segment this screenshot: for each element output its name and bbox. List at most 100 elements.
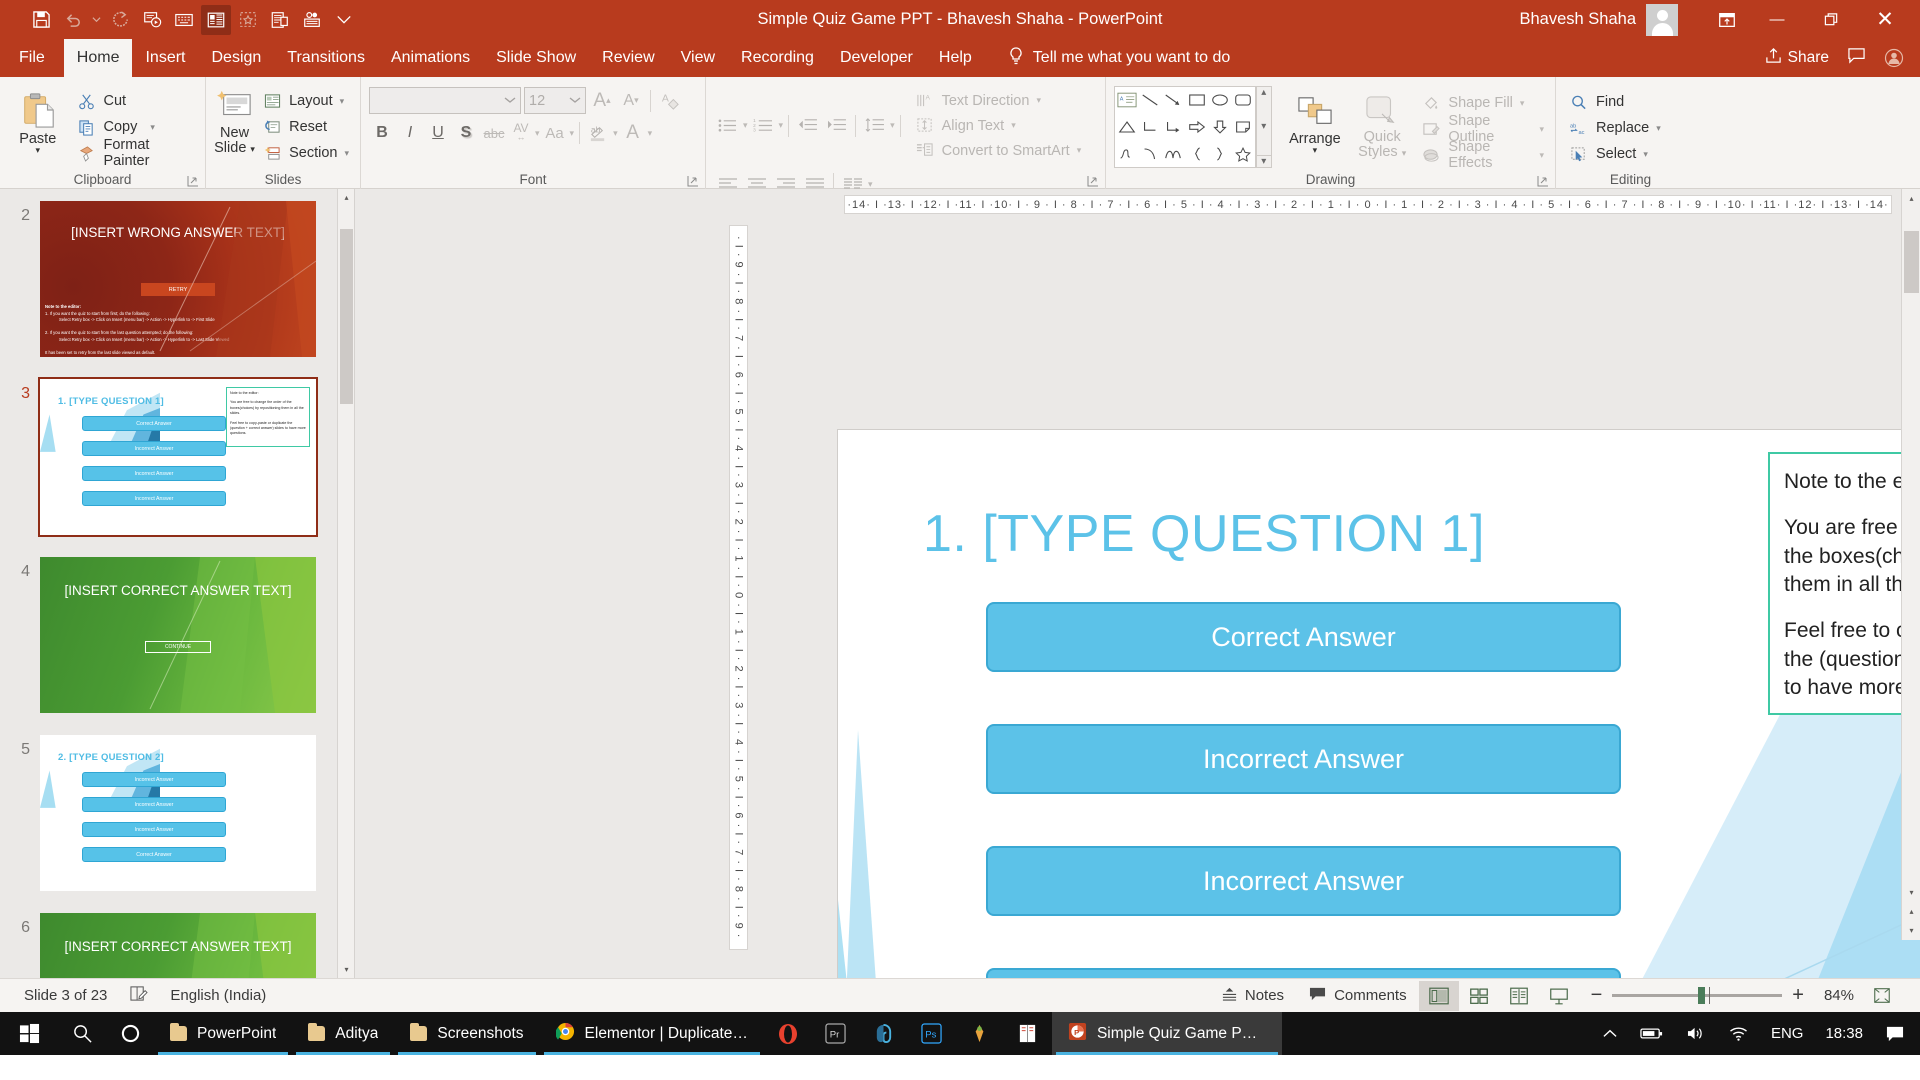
line-spacing-button[interactable] (861, 113, 888, 139)
scroll-down-icon[interactable]: ▾ (338, 961, 354, 978)
minimize-button[interactable]: — (1750, 0, 1804, 39)
taskbar-app-powerpoint-folder[interactable]: PowerPoint (154, 1012, 292, 1055)
character-spacing-dropdown-icon[interactable]: ▾ (535, 128, 540, 137)
undo-dropdown-icon[interactable] (90, 5, 103, 35)
slide-option-2[interactable]: Incorrect Answer (986, 724, 1621, 794)
taskbar-app-screenshots[interactable]: Screenshots (394, 1012, 539, 1055)
find-button[interactable]: Find (1564, 89, 1666, 115)
shape-right-arrow-icon[interactable] (1185, 114, 1208, 141)
change-case-dropdown-icon[interactable]: ▾ (570, 128, 575, 137)
previous-slide-icon[interactable]: ▴ (1902, 902, 1920, 921)
shape-oval-icon[interactable] (1208, 87, 1231, 114)
action-center-icon[interactable] (1874, 1012, 1916, 1055)
reading-view-icon[interactable] (1499, 981, 1539, 1011)
change-case-button[interactable]: Aa (542, 120, 568, 146)
wifi-icon[interactable] (1717, 1012, 1760, 1055)
audition-icon[interactable] (860, 1012, 908, 1055)
notes-button[interactable]: Notes (1209, 981, 1296, 1011)
shape-scribble-icon[interactable] (1115, 140, 1138, 167)
paste-dropdown-icon[interactable]: ▾ (35, 146, 40, 155)
format-painter-button[interactable]: Format Painter (71, 137, 199, 169)
next-slide-icon[interactable]: ▾ (1902, 921, 1920, 940)
shape-curve-icon[interactable] (1162, 140, 1185, 167)
cortana-icon[interactable] (106, 1012, 154, 1055)
thumbnail-item[interactable]: 3 1. [TYPE QUESTION 1] Correct Answer In… (0, 371, 354, 537)
shape-effects-button[interactable]: Shape Effects ▾ (1416, 139, 1549, 171)
tab-review[interactable]: Review (589, 39, 667, 77)
tab-recording[interactable]: Recording (728, 39, 827, 77)
slide-note-box[interactable]: Note to the editor: You are free to chan… (1768, 452, 1920, 715)
scroll-up-icon[interactable]: ▴ (1902, 189, 1920, 208)
zoom-knob[interactable] (1698, 987, 1706, 1004)
strikethrough-button[interactable]: abc (481, 120, 507, 146)
avatar[interactable] (1646, 3, 1678, 36)
slide-question-title[interactable]: 1. [TYPE QUESTION 1] (923, 504, 1485, 564)
comments-button[interactable] (1847, 47, 1866, 69)
share-button[interactable]: Share (1765, 47, 1829, 69)
language-indicator[interactable]: English (India) (170, 987, 266, 1004)
shape-down-arrow-icon[interactable] (1208, 114, 1231, 141)
tab-slide-show[interactable]: Slide Show (483, 39, 589, 77)
cut-button[interactable]: Cut (71, 88, 199, 114)
tab-transitions[interactable]: Transitions (274, 39, 378, 77)
slide-vertical-scrollbar[interactable]: ▴ ▾ ▴ ▾ (1901, 189, 1920, 940)
scroll-down-icon[interactable]: ▾ (1902, 883, 1920, 902)
clipboard-dialog-launcher[interactable] (187, 175, 199, 187)
app-icon[interactable] (956, 1012, 1004, 1055)
slide-canvas[interactable]: 1. [TYPE QUESTION 1] Correct Answer Inco… (838, 430, 1920, 978)
thumbnail-slide-2[interactable]: [INSERT WRONG ANSWER TEXT] RETRY Note to… (40, 201, 316, 357)
taskbar-app-powerpoint[interactable]: P Simple Quiz Game PP… (1051, 1012, 1282, 1055)
spellcheck-icon[interactable] (129, 985, 149, 1006)
shape-star-icon[interactable] (1231, 140, 1254, 167)
opera-icon[interactable] (764, 1012, 812, 1055)
tab-animations[interactable]: Animations (378, 39, 483, 77)
taskbar-app-chrome[interactable]: Elementor | Duplicate… (540, 1012, 764, 1055)
italic-button[interactable]: I (397, 120, 423, 146)
slide-sorter-view-icon[interactable] (1459, 981, 1499, 1011)
volume-icon[interactable] (1675, 1012, 1717, 1055)
font-color-button[interactable]: A (620, 120, 646, 146)
close-button[interactable]: ✕ (1858, 0, 1912, 39)
columns-dropdown-icon[interactable]: ▾ (868, 179, 873, 188)
layout-button[interactable]: Layout ▾ (257, 88, 354, 114)
zoom-in-button[interactable]: + (1792, 984, 1804, 1007)
scrollbar-thumb[interactable] (1904, 231, 1919, 293)
reading-view-icon[interactable] (265, 5, 295, 35)
increase-font-size-button[interactable]: A ▴ (589, 88, 615, 114)
numbering-dropdown-icon[interactable]: ▾ (779, 121, 784, 130)
zoom-slider[interactable]: − + (1579, 984, 1816, 1007)
comments-button[interactable]: Comments (1296, 981, 1419, 1011)
thumbnail-slide-3[interactable]: 1. [TYPE QUESTION 1] Correct Answer Inco… (38, 377, 318, 537)
tab-home[interactable]: Home (63, 39, 133, 77)
shapes-more-icon[interactable]: ▾ (1256, 155, 1271, 167)
shape-arrow-icon[interactable] (1162, 87, 1185, 114)
font-size-combo[interactable]: 12 (524, 87, 586, 114)
battery-icon[interactable] (1629, 1012, 1675, 1055)
save-icon[interactable] (26, 5, 56, 35)
character-spacing-button[interactable]: AV ↔ (509, 120, 533, 146)
slide-counter[interactable]: Slide 3 of 23 (24, 987, 107, 1004)
underline-button[interactable]: U (425, 120, 451, 146)
thumbnail-slide-5[interactable]: 2. [TYPE QUESTION 2] Incorrect Answer In… (40, 735, 316, 891)
slide-thumbnail-pane[interactable]: 2 [INSERT WRONG ANSWER TEXT] RETRY Note … (0, 189, 355, 978)
zoom-level[interactable]: 84% (1816, 987, 1862, 1004)
tab-insert[interactable]: Insert (132, 39, 198, 77)
language-indicator[interactable]: ENG (1760, 1012, 1815, 1055)
tell-me-search[interactable]: Tell me what you want to do (1007, 39, 1230, 77)
thumbnail-slide-6[interactable]: [INSERT CORRECT ANSWER TEXT] (40, 913, 316, 978)
thumbnail-item[interactable]: 2 [INSERT WRONG ANSWER TEXT] RETRY Note … (0, 193, 354, 357)
ribbon-display-options-icon[interactable] (1704, 10, 1750, 30)
scroll-down-icon[interactable]: ▾ (1261, 121, 1266, 132)
chevron-up-icon[interactable] (1591, 1012, 1629, 1055)
text-highlight-color-button[interactable]: ab (585, 120, 611, 146)
search-icon[interactable] (58, 1012, 106, 1055)
compare-icon[interactable] (297, 5, 327, 35)
animation-pane-icon[interactable] (233, 5, 263, 35)
scrollbar-thumb[interactable] (340, 229, 353, 404)
slide-option-3[interactable]: Incorrect Answer (986, 846, 1621, 916)
shape-right-brace-icon[interactable] (1208, 140, 1231, 167)
replace-button[interactable]: ab ac Replace ▾ (1564, 115, 1666, 141)
taskbar-app-aditya[interactable]: Aditya (292, 1012, 394, 1055)
clock[interactable]: 18:38 (1814, 1012, 1874, 1055)
replace-dropdown-icon[interactable]: ▾ (1656, 123, 1661, 132)
